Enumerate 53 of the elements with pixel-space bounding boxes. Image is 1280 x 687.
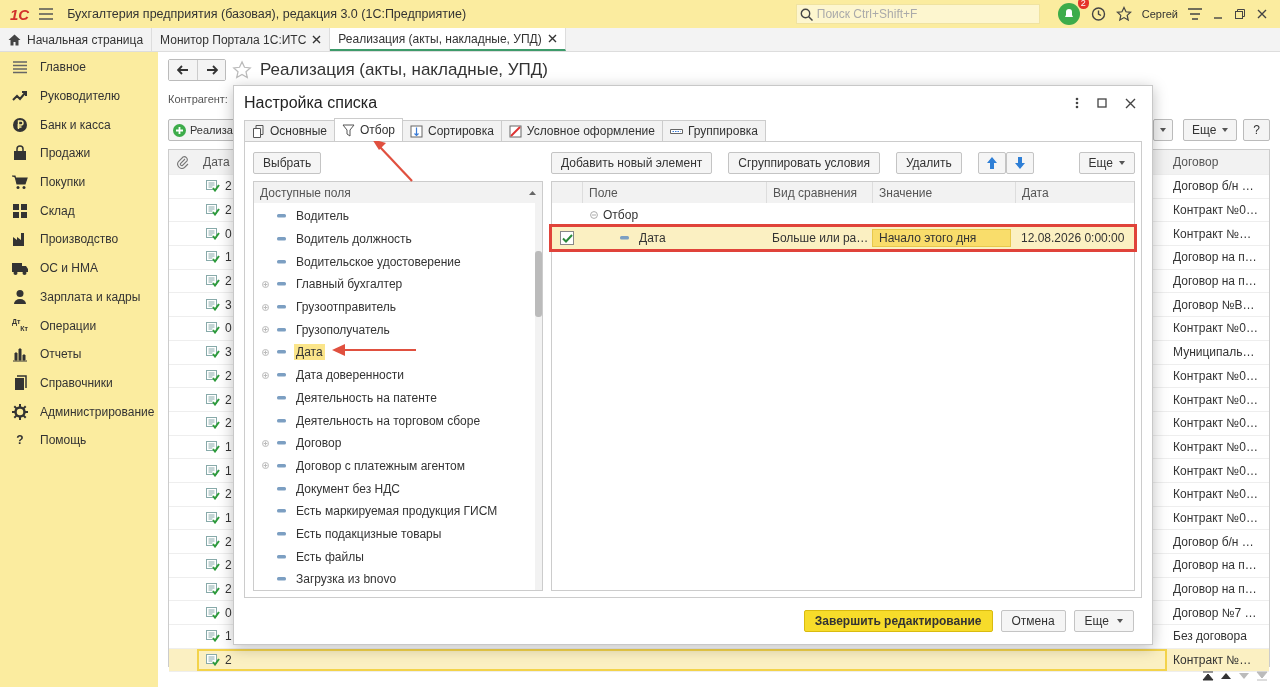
notification-count: 2 xyxy=(1077,0,1089,9)
date-cell: 0 xyxy=(225,226,232,241)
contract-cell-text: Договор б/н … xyxy=(1172,534,1255,549)
app-title: Бухгалтерия предприятия (базовая), редакция 3.0 (1С:Предприятие) xyxy=(67,7,467,21)
contract-cell-text: Контракт №0… xyxy=(1172,487,1259,502)
date-cell: 3 xyxy=(225,297,232,312)
date-cell: 2 xyxy=(225,653,232,668)
date-cell: 2 xyxy=(225,368,232,383)
contract-cell-text: Контракт №0… xyxy=(1172,439,1259,454)
contract-cell-text: Контракт №0… xyxy=(1172,321,1259,336)
counterparty-label: Контрагент: xyxy=(168,93,228,105)
contract-cell-text: Контракт №0… xyxy=(1172,416,1259,431)
date-cell: 1 xyxy=(225,250,232,265)
contract-cell-text: Договор на п… xyxy=(1172,250,1258,265)
contract-cell-text: Контракт №0… xyxy=(1172,463,1259,478)
contract-cell-text: Муниципаль… xyxy=(1172,345,1256,360)
date-cell: 2 xyxy=(225,203,232,218)
contract-cell-text: Контракт №… xyxy=(1172,226,1253,241)
date-cell: 0 xyxy=(225,321,232,336)
date-cell: 0 xyxy=(225,605,232,620)
contract-cell-text: Договор на п… xyxy=(1172,558,1258,573)
date-cell: 2 xyxy=(225,179,232,194)
contract-cell-text: Контракт №0… xyxy=(1172,368,1259,383)
date-cell: 1 xyxy=(225,510,232,525)
contract-cell-text: Договор на п… xyxy=(1172,582,1258,597)
dialog-title: Настройка списка xyxy=(244,94,378,112)
column-header: Доступные поля xyxy=(260,185,351,200)
contract-cell-text: Договор №В… xyxy=(1172,297,1256,312)
date-cell: 1 xyxy=(225,439,232,454)
contract-cell-text: Контракт №… xyxy=(1172,653,1253,668)
operations-icon: ? xyxy=(12,432,28,449)
contract-cell-text: Договор №7 … xyxy=(1172,605,1258,620)
date-cell: 1 xyxy=(225,463,232,478)
contract-cell-text: Договор на п… xyxy=(1172,274,1258,289)
date-cell: 2 xyxy=(225,582,232,597)
contract-cell-text: Договор б/н … xyxy=(1172,179,1255,194)
contract-cell-text: Контракт №0… xyxy=(1172,510,1259,525)
date-cell: 2 xyxy=(225,416,232,431)
date-cell: 2 xyxy=(225,558,232,573)
date-cell: 3 xyxy=(225,345,232,360)
date-cell: 1 xyxy=(225,629,232,644)
field-cell: Дата xyxy=(639,231,666,245)
contract-cell-text: Контракт №0… xyxy=(1172,203,1259,218)
date-cell: 2 xyxy=(225,534,232,549)
contract-cell-text: Без договора xyxy=(1172,629,1248,644)
date-cell: 2 xyxy=(225,487,232,502)
group-label: Отбор xyxy=(603,208,639,222)
form-title: Реализация (акты, накладные, УПД) xyxy=(260,60,548,80)
comparison-cell-text: Больше или ра… xyxy=(771,230,870,247)
date-cell: 2 xyxy=(225,274,232,289)
date-cell: 2 xyxy=(225,392,232,407)
date-cell-text: 12.08.2026 0:00:00 xyxy=(1020,230,1126,247)
contract-cell-text: Контракт №0… xyxy=(1172,392,1259,407)
